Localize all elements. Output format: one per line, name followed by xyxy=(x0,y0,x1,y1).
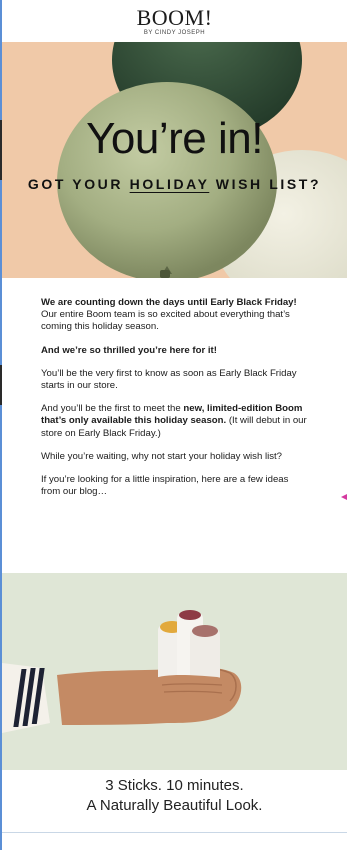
hero-subtitle-emphasis: HOLIDAY xyxy=(129,176,210,192)
intro-bold: We are counting down the days until Earl… xyxy=(41,297,297,308)
intro-paragraph: We are counting down the days until Earl… xyxy=(41,297,309,334)
hero-subtitle-post: WISH LIST? xyxy=(209,176,322,192)
email-header: BOOM! BY CINDY JOSEPH xyxy=(2,0,347,42)
scroll-marker-icon xyxy=(341,494,347,500)
wish-list-paragraph: While you’re waiting, why not start your… xyxy=(41,450,283,462)
email-body-copy: We are counting down the days until Earl… xyxy=(41,297,309,509)
hand-holding-sticks-illustration xyxy=(2,573,347,770)
hero-subtitle-pre: GOT YOUR xyxy=(27,176,130,192)
blog-ideas-paragraph: If you’re looking for a little inspirati… xyxy=(41,474,289,498)
product-tagline: 3 Sticks. 10 minutes. A Naturally Beauti… xyxy=(2,776,347,816)
hero-banner[interactable]: You’re in! GOT YOUR HOLIDAY WISH LIST? xyxy=(2,42,347,278)
brand-logo-tagline: BY CINDY JOSEPH xyxy=(143,30,206,36)
first-to-know-paragraph: You’ll be the very first to know as soon… xyxy=(41,367,297,392)
tagline-line-1: 3 Sticks. 10 minutes. xyxy=(105,777,244,794)
divider xyxy=(2,832,347,833)
brand-logo-wordmark: BOOM! xyxy=(136,5,213,30)
limited-pre: And you’ll be the first to meet the xyxy=(41,403,184,415)
thrilled-paragraph: And we’re so thrilled you’re here for it… xyxy=(41,344,217,356)
brand-logo[interactable]: BOOM! BY CINDY JOSEPH xyxy=(2,0,347,37)
intro-rest: Our entire Boom team is so excited about… xyxy=(41,309,290,333)
limited-edition-paragraph: And you’ll be the first to meet the new,… xyxy=(41,403,309,440)
hero-title: You’re in! xyxy=(86,114,263,163)
product-image[interactable] xyxy=(2,573,347,770)
tagline-line-2: A Naturally Beautiful Look. xyxy=(86,797,263,814)
hero-subtitle: GOT YOUR HOLIDAY WISH LIST? xyxy=(2,176,347,192)
